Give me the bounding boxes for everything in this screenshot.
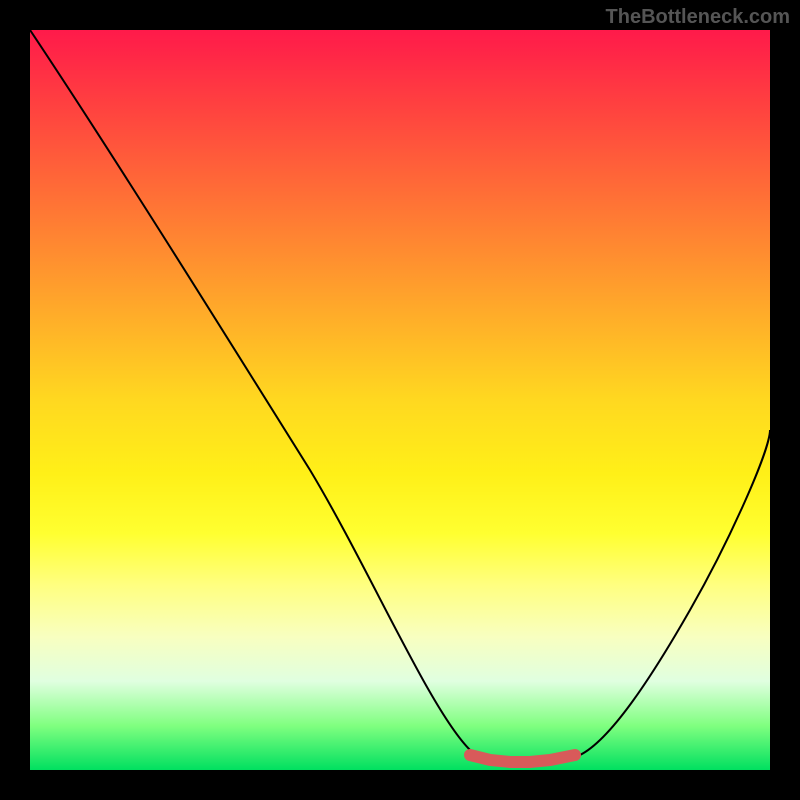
bottleneck-curve: [30, 30, 770, 770]
watermark-text: TheBottleneck.com: [606, 6, 790, 29]
highlight-dots: [470, 755, 575, 762]
chart-container: TheBottleneck.com: [0, 0, 800, 800]
plot-area: [30, 30, 770, 770]
curve-path: [30, 30, 770, 761]
